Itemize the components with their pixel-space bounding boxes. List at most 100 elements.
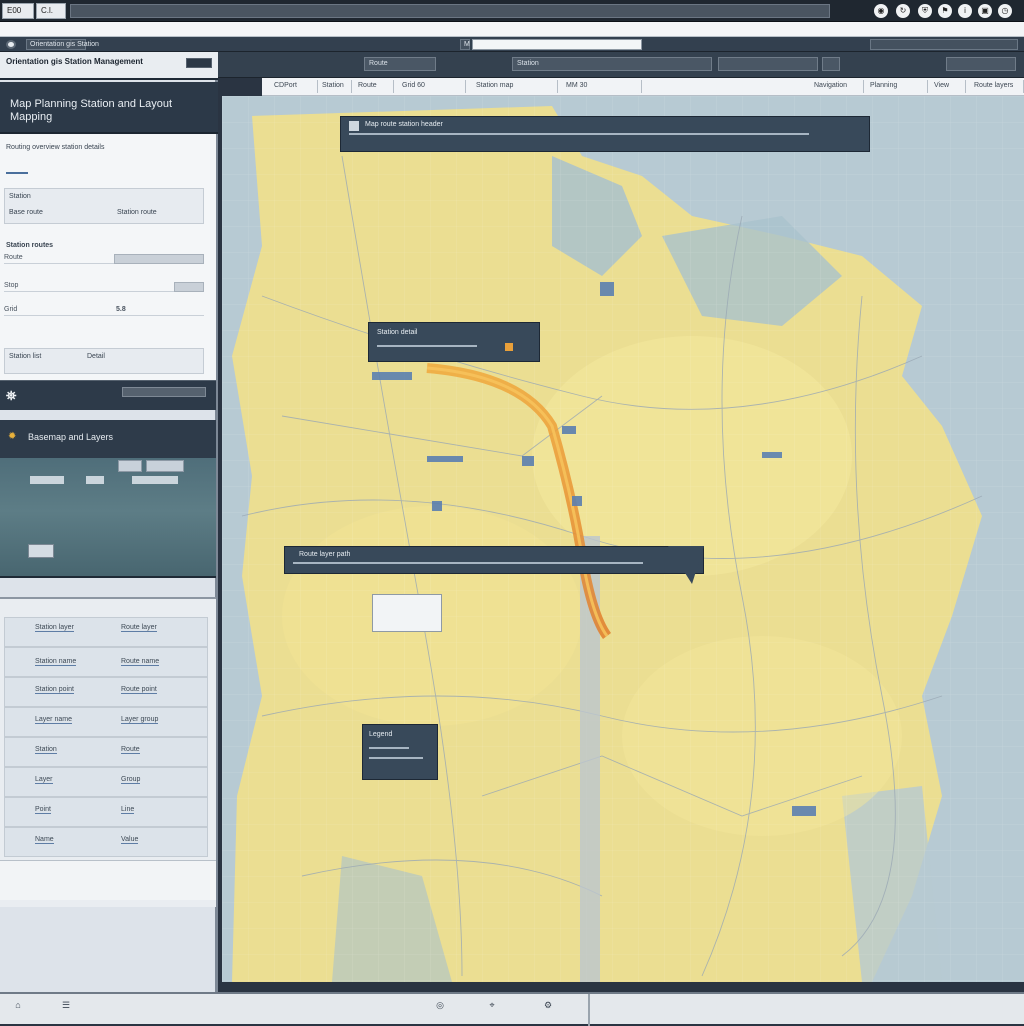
thumb-button[interactable]: [118, 460, 142, 472]
station-popup-title: Station detail: [377, 329, 418, 336]
table-row[interactable]: Station Route: [4, 737, 208, 767]
header-label: M: [460, 39, 470, 50]
route-path-popup[interactable]: Route layer path: [284, 546, 704, 574]
toolbar-button[interactable]: Route: [364, 57, 436, 71]
list-item[interactable]: Grid 5.8: [4, 306, 204, 316]
layer-legend-card: [372, 594, 442, 632]
filter-tab[interactable]: Route layers: [970, 80, 1024, 93]
table-cell: Layer group: [121, 716, 159, 724]
basemap-thumbnail[interactable]: [0, 458, 216, 578]
table-cell: Route point: [121, 686, 157, 694]
table-row[interactable]: Name Value: [4, 827, 208, 857]
thumb-button[interactable]: [146, 460, 184, 472]
status-bar: ⌂ ☰ ◎ ⌖ ⚙: [0, 992, 1024, 1026]
os-taskbar: E00 C.l. ◉ ↻ ⛨ ⚑ i ▣ ◷: [0, 0, 1024, 22]
table-cell: Station name: [35, 658, 77, 666]
layer-panel-title: Basemap and Layers: [28, 432, 114, 442]
table-cell: Name: [35, 836, 54, 844]
table-row[interactable]: Point Line: [4, 797, 208, 827]
table-row[interactable]: Station point Route point: [4, 677, 208, 707]
layers-icon[interactable]: ☰: [58, 1000, 74, 1014]
sidebar-collapse-button[interactable]: [186, 58, 212, 68]
field-value[interactable]: Base route: [9, 209, 43, 216]
list-item[interactable]: Stop: [4, 282, 204, 292]
search-input[interactable]: [472, 39, 642, 50]
table-cell: Value: [121, 836, 139, 844]
flag-icon[interactable]: ⚑: [938, 4, 952, 18]
refresh-icon[interactable]: ↻: [896, 4, 910, 18]
filter-tab[interactable]: Navigation: [810, 80, 864, 93]
toolbar-button[interactable]: Station: [512, 57, 712, 71]
section-input[interactable]: [122, 387, 206, 397]
filter-tab[interactable]: CDPort: [270, 80, 318, 93]
home-icon[interactable]: ⌂: [10, 1000, 26, 1014]
table-row[interactable]: Layer Group: [4, 767, 208, 797]
filter-tab[interactable]: Planning: [866, 80, 928, 93]
map-graphic: [222, 96, 1024, 982]
toolbar-button[interactable]: [822, 57, 840, 71]
footer-label[interactable]: Station list: [9, 353, 41, 360]
info-icon[interactable]: i: [958, 4, 972, 18]
shield-icon[interactable]: ⛨: [918, 4, 932, 18]
globe-icon[interactable]: ◉: [874, 4, 888, 18]
window-icon[interactable]: ▣: [978, 4, 992, 18]
station-detail-popup[interactable]: Station detail: [368, 322, 540, 362]
os-tab-2[interactable]: C.l.: [36, 3, 66, 19]
list-item[interactable]: Route: [4, 254, 204, 264]
gear-icon[interactable]: ✹: [8, 432, 18, 442]
thumb-pill: [86, 476, 104, 484]
table-cell: Station point: [35, 686, 74, 694]
map-canvas[interactable]: Map route station header Station detail …: [222, 96, 1024, 982]
table-cell: Station: [35, 746, 57, 754]
pin-icon: [349, 121, 359, 131]
filter-tab[interactable]: Station: [318, 80, 352, 93]
filter-tab[interactable]: MM 30: [562, 80, 642, 93]
station-field-group: Station Base route Station route: [4, 188, 204, 224]
app-logo-icon: [6, 40, 16, 49]
field-underline: [6, 172, 28, 174]
layer-panel-header: ✹ Basemap and Layers: [0, 420, 216, 458]
table-row[interactable]: Station layer Route layer: [4, 617, 208, 647]
row-chip[interactable]: [174, 282, 204, 292]
filter-tab[interactable]: View: [930, 80, 966, 93]
table-cell: Route name: [121, 658, 160, 666]
header-user-area[interactable]: [870, 39, 1018, 50]
table-cell: Layer: [35, 776, 53, 784]
map-title-panel-text: Map route station header: [365, 121, 443, 128]
row-value: 5.8: [116, 306, 126, 313]
compass-icon[interactable]: ◎: [432, 1000, 448, 1014]
table-cell: Layer name: [35, 716, 72, 724]
address-bar[interactable]: [70, 4, 830, 18]
marker-icon: [505, 343, 513, 351]
row-label: Route: [4, 254, 23, 261]
route-popup-title: Route layer path: [299, 551, 351, 558]
map-title-panel[interactable]: Map route station header: [340, 116, 870, 152]
table-footer: [0, 860, 216, 900]
toolbar-button[interactable]: [946, 57, 1016, 71]
map-filter-bar: CDPort Station Route Grid 60 Station map…: [262, 78, 1024, 96]
app-title-label: Orientation gis Station: [26, 39, 99, 50]
filter-tab[interactable]: Grid 60: [398, 80, 466, 93]
settings-icon[interactable]: ⚙: [540, 1000, 556, 1014]
toolbar-button[interactable]: [718, 57, 818, 71]
row-chip[interactable]: [114, 254, 204, 264]
layer-toggle-icon[interactable]: [28, 544, 54, 558]
table-row[interactable]: Layer name Layer group: [4, 707, 208, 737]
row-label: Grid: [4, 306, 18, 313]
table-cell: Line: [121, 806, 135, 814]
filter-tab[interactable]: Station map: [472, 80, 558, 93]
filter-tab[interactable]: Route: [354, 80, 394, 93]
section-label: Station routes: [6, 242, 54, 249]
thumb-pill: [30, 476, 64, 484]
footer-field-group: Station list Detail: [4, 348, 204, 374]
status-divider: [588, 994, 590, 1026]
os-tab-1[interactable]: E00: [2, 3, 34, 19]
footer-label-2[interactable]: Detail: [87, 353, 105, 360]
table-row[interactable]: Station name Route name: [4, 647, 208, 677]
legend-panel[interactable]: Legend: [362, 724, 438, 780]
clock-icon[interactable]: ◷: [998, 4, 1012, 18]
pin-icon[interactable]: ⌖: [484, 1000, 500, 1014]
legend-title: Legend: [369, 731, 393, 738]
field-value-2[interactable]: Station route: [117, 209, 157, 216]
table-cell: Point: [35, 806, 51, 814]
